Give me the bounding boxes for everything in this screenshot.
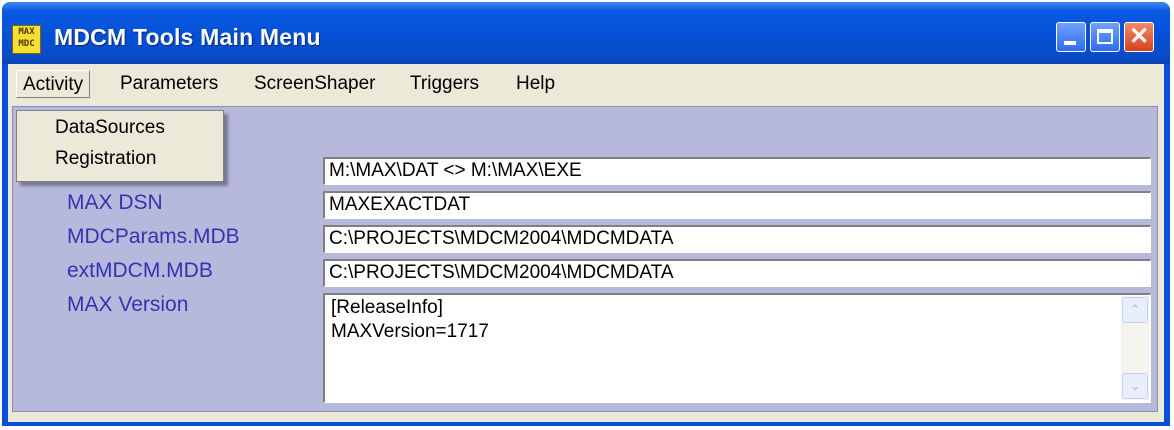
paths-field[interactable]: M:\MAX\DAT <> M:\MAX\EXE [323,157,1151,185]
menu-bar: Activity Parameters ScreenShaper Trigger… [8,64,1164,102]
max-dsn-field[interactable]: MAXEXACTDAT [323,191,1151,219]
maximize-button[interactable] [1090,22,1120,52]
menu-activity[interactable]: Activity [16,70,91,98]
window-title: MDCM Tools Main Menu [54,24,321,50]
extmdcm-label: extMDCM.MDB [67,259,213,282]
scroll-down-button[interactable]: ⌄ [1122,373,1148,399]
scroll-up-icon: ⌃ [1129,302,1141,317]
menu-item-registration[interactable]: Registration [55,148,156,170]
mdcparams-field[interactable]: C:\PROJECTS\MDCM2004\MDCMDATA [323,225,1151,253]
minimize-button[interactable] [1056,22,1086,52]
vertical-scrollbar[interactable]: ⌃ ⌄ [1121,296,1149,400]
max-version-memo[interactable]: [ReleaseInfo] MAXVersion=1717 ⌃ ⌄ [323,293,1151,403]
minimize-icon [1064,41,1076,45]
menu-help[interactable]: Help [510,70,561,98]
activity-dropdown-menu: DataSources Registration [16,110,224,182]
memo-line: MAXVersion=1717 [331,321,489,342]
maximize-icon [1097,29,1113,44]
main-window: MAX MDC MDCM Tools Main Menu ✕ Activity … [2,2,1170,426]
max-version-label: MAX Version [67,293,189,316]
max-dsn-label: MAX DSN [67,191,163,214]
memo-line: [ReleaseInfo] [331,297,443,318]
close-icon: ✕ [1128,23,1150,50]
menu-screenshaper[interactable]: ScreenShaper [248,70,381,98]
menu-item-datasources[interactable]: DataSources [55,117,165,139]
extmdcm-field[interactable]: C:\PROJECTS\MDCM2004\MDCMDATA [323,259,1151,287]
menu-parameters[interactable]: Parameters [114,70,224,98]
title-bar[interactable]: MAX MDC MDCM Tools Main Menu ✕ [2,2,1170,64]
scroll-down-icon: ⌄ [1129,378,1141,393]
app-icon[interactable]: MAX MDC [12,25,41,54]
scroll-up-button[interactable]: ⌃ [1122,297,1148,323]
close-button[interactable]: ✕ [1124,22,1154,52]
mdcparams-label: MDCParams.MDB [67,225,240,248]
menu-triggers[interactable]: Triggers [404,70,485,98]
